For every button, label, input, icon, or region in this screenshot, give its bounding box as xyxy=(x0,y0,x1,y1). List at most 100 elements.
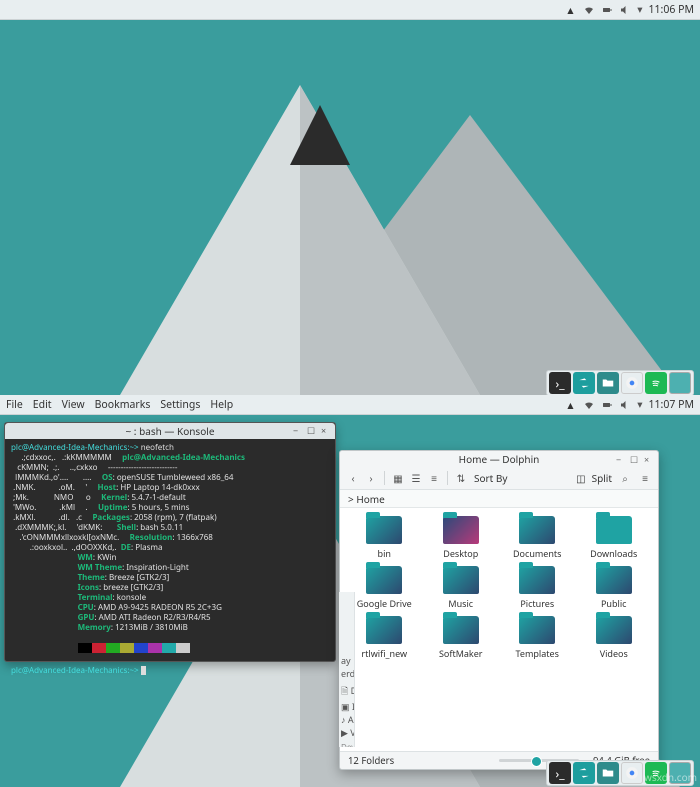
status-count: 12 Folders xyxy=(348,754,394,767)
konsole-title: ~ : bash — Konsole xyxy=(125,426,214,436)
close-button[interactable]: × xyxy=(321,426,331,436)
breadcrumb-home[interactable]: Home xyxy=(356,492,384,506)
taskbar-spotify[interactable] xyxy=(645,372,667,394)
menu-view[interactable]: View xyxy=(62,398,85,412)
taskbar-terminal[interactable]: ›_ xyxy=(549,762,571,784)
places-documents[interactable]: 🗎 Documents xyxy=(341,684,354,700)
top-panel-1: ▲ ▾ 11:06 PM xyxy=(0,0,700,20)
taskbar-terminal[interactable]: ›_ xyxy=(549,372,571,394)
folder-icon xyxy=(596,566,632,594)
folder-label: Templates xyxy=(516,647,559,660)
folder-item[interactable]: Documents xyxy=(501,516,574,560)
folder-item[interactable]: Music xyxy=(425,566,498,610)
tray-triangle-icon[interactable]: ▲ xyxy=(565,399,577,411)
menu-bookmarks[interactable]: Bookmarks xyxy=(95,398,151,412)
expand-tray-icon[interactable]: ▾ xyxy=(637,398,642,412)
folder-item[interactable]: SoftMaker xyxy=(425,616,498,660)
dolphin-titlebar[interactable]: Home — Dolphin − ☐ × xyxy=(340,451,658,466)
watermark: wsxdn.com xyxy=(644,770,697,784)
maximize-button[interactable]: ☐ xyxy=(307,426,317,436)
maximize-button[interactable]: ☐ xyxy=(630,453,640,463)
places-devices-header: Devices xyxy=(341,742,354,747)
folder-icon xyxy=(596,616,632,644)
clock[interactable]: 11:07 PM xyxy=(649,398,694,412)
folder-label: rtlwifi_new xyxy=(361,647,407,660)
folder-icon xyxy=(519,566,555,594)
view-icons-button[interactable]: ▦ xyxy=(391,471,405,485)
volume-icon[interactable] xyxy=(619,399,631,411)
battery-icon[interactable] xyxy=(601,399,613,411)
folder-icon xyxy=(519,616,555,644)
konsole-titlebar[interactable]: ~ : bash — Konsole − ☐ × xyxy=(5,423,335,439)
folder-icon xyxy=(443,516,479,544)
expand-tray-icon[interactable]: ▾ xyxy=(637,3,642,17)
folder-item[interactable]: Google Drive xyxy=(348,566,421,610)
taskbar-1: ›_ xyxy=(546,370,694,396)
taskbar-chrome[interactable] xyxy=(621,762,643,784)
folder-item[interactable]: rtlwifi_new xyxy=(348,616,421,660)
folder-item[interactable]: Pictures xyxy=(501,566,574,610)
sort-icon[interactable]: ⇅ xyxy=(454,471,468,485)
menu-help[interactable]: Help xyxy=(210,398,233,412)
taskbar-chrome[interactable] xyxy=(621,372,643,394)
menu-file[interactable]: File xyxy=(6,398,23,412)
taskbar-file-exchange[interactable] xyxy=(573,762,595,784)
sort-by-button[interactable]: Sort By xyxy=(474,471,507,485)
split-icon: ◫ xyxy=(576,471,585,485)
global-menu: File Edit View Bookmarks Settings Help xyxy=(6,398,233,412)
folder-item[interactable]: Downloads xyxy=(578,516,651,560)
folder-label: Videos xyxy=(600,647,628,660)
folder-icon xyxy=(443,616,479,644)
wifi-icon[interactable] xyxy=(583,399,595,411)
minimize-button[interactable]: − xyxy=(616,453,626,463)
volume-icon[interactable] xyxy=(619,4,631,16)
breadcrumb[interactable]: > Home xyxy=(340,490,658,508)
places-recent-item[interactable]: ay xyxy=(341,654,354,667)
dolphin-window[interactable]: Home — Dolphin − ☐ × ‹ › ▦ ☰ ≡ ⇅ Sort By… xyxy=(339,450,659,770)
view-compact-button[interactable]: ☰ xyxy=(409,471,423,485)
places-audio[interactable]: ♪ Audio xyxy=(341,713,354,726)
places-videos[interactable]: ▶ Videos xyxy=(341,726,354,739)
close-button[interactable]: × xyxy=(644,453,654,463)
folder-icon xyxy=(443,566,479,594)
search-icon[interactable]: ⌕ xyxy=(618,471,632,485)
dolphin-toolbar: ‹ › ▦ ☰ ≡ ⇅ Sort By ◫ Split ⌕ ≡ xyxy=(340,466,658,490)
view-details-button[interactable]: ≡ xyxy=(427,471,441,485)
folder-item[interactable]: bin xyxy=(348,516,421,560)
folder-item[interactable]: Desktop xyxy=(425,516,498,560)
places-panel[interactable]: ay erday 🗎 Documents ▣ Images ♪ Audio ▶ … xyxy=(339,592,355,747)
taskbar-files[interactable] xyxy=(597,372,619,394)
folder-item[interactable]: Templates xyxy=(501,616,574,660)
folder-icon xyxy=(596,516,632,544)
folder-label: SoftMaker xyxy=(439,647,483,660)
taskbar-file-exchange[interactable] xyxy=(573,372,595,394)
wifi-icon[interactable] xyxy=(583,4,595,16)
battery-icon[interactable] xyxy=(601,4,613,16)
back-button[interactable]: ‹ xyxy=(346,471,360,485)
konsole-window[interactable]: ~ : bash — Konsole − ☐ × plc@Advanced-Id… xyxy=(4,422,336,662)
folder-label: Pictures xyxy=(520,597,554,610)
taskbar-pager[interactable] xyxy=(669,372,691,394)
folder-label: bin xyxy=(378,547,391,560)
taskbar-files[interactable] xyxy=(597,762,619,784)
top-panel-2: File Edit View Bookmarks Settings Help ▲… xyxy=(0,395,700,415)
minimize-button[interactable]: − xyxy=(293,426,303,436)
dolphin-title: Home — Dolphin xyxy=(459,452,540,466)
folder-icon xyxy=(519,516,555,544)
clock[interactable]: 11:06 PM xyxy=(649,3,694,17)
folder-label: Public xyxy=(601,597,627,610)
places-recent-item[interactable]: erday xyxy=(341,667,354,680)
forward-button[interactable]: › xyxy=(364,471,378,485)
split-button[interactable]: Split xyxy=(592,471,612,485)
tray-triangle-icon[interactable]: ▲ xyxy=(565,4,577,16)
places-images[interactable]: ▣ Images xyxy=(341,700,354,713)
folder-item[interactable]: Videos xyxy=(578,616,651,660)
folder-label: Downloads xyxy=(590,547,637,560)
file-grid[interactable]: bin Desktop Documents Downloads Google D… xyxy=(340,508,658,751)
folder-item[interactable]: Public xyxy=(578,566,651,610)
folder-icon xyxy=(366,616,402,644)
terminal-body[interactable]: plc@Advanced-Idea-Mechanics:~> neofetch … xyxy=(5,439,335,680)
menu-settings[interactable]: Settings xyxy=(160,398,200,412)
menu-edit[interactable]: Edit xyxy=(33,398,52,412)
hamburger-menu-icon[interactable]: ≡ xyxy=(638,471,652,485)
